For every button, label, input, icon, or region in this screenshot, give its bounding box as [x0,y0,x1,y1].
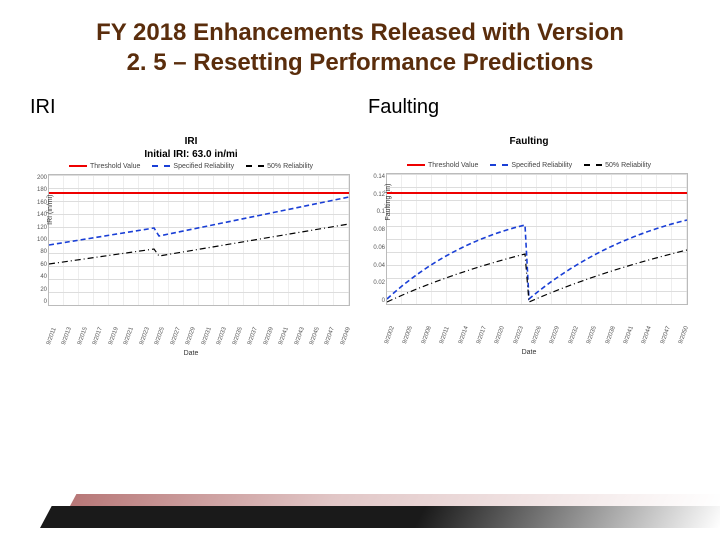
tick-label: 60 [27,262,47,268]
faulting-x-axis-label: Date [364,349,694,356]
tick-label: 9/2035 [586,325,598,344]
iri-legend: Threshold Value Specified Reliability 50… [26,163,356,170]
faulting-legend: Threshold Value Specified Reliability 50… [364,162,694,169]
tick-label: 200 [27,175,47,181]
tick-label: 0 [27,299,47,305]
iri-y-ticks: 200180160140120100806040200 [27,175,47,305]
legend-threshold: Threshold Value [407,162,478,169]
tick-label: 140 [27,212,47,218]
tick-label: 9/2041 [278,326,290,345]
faulting-specified-line [387,220,687,299]
faulting-y-ticks: 0.14 0.12 0.1 0.08 0.06 0.04 0.02 0 [365,174,385,304]
tick-label: 20 [27,287,47,293]
tick-label: 0.08 [365,227,385,233]
iri-chart-subtitle: Initial IRI: 63.0 in/mi [26,148,356,161]
footer-accent-black [40,506,720,528]
iri-specified-line [49,197,349,245]
legend-fifty: 50% Reliability [246,163,313,170]
tick-label: 9/2011 [439,325,451,344]
tick-label: 9/2038 [605,325,617,344]
tick-label: 0 [365,298,385,304]
tick-label: 9/2025 [154,326,166,345]
tick-label: 160 [27,200,47,206]
tick-label: 0.04 [365,263,385,269]
tick-label: 9/2047 [660,325,672,344]
tick-label: 9/2011 [46,326,58,345]
tick-label: 9/2029 [185,326,197,345]
tick-label: 9/2021 [123,326,135,345]
tick-label: 9/2033 [216,326,228,345]
iri-x-ticks: 9/2011 9/20139/20159/2017 9/20199/2021 9/20… [49,327,349,345]
tick-label: 9/2050 [678,325,690,344]
tick-label: 9/2023 [513,325,525,344]
tick-label: 9/2023 [139,326,151,345]
left-chart-column: IRI IRI Initial IRI: 63.0 in/mi Threshol… [26,96,356,357]
faulting-fifty-line [387,250,687,302]
tick-label: 9/2017 [92,326,104,345]
tick-label: 0.02 [365,280,385,286]
tick-label: 9/2015 [77,326,89,345]
tick-label: 9/2026 [531,325,543,344]
iri-lines [49,175,349,305]
iri-chart-title: IRI [26,135,356,148]
tick-label: 180 [27,187,47,193]
tick-label: 9/2047 [324,326,336,345]
faulting-x-ticks: 9/2002 9/2005 9/2008 9/2011 9/2014 9/2017 9/20… [387,326,687,344]
legend-specified: Specified Reliability [152,163,234,170]
iri-chart: IRI Initial IRI: 63.0 in/mi Threshold Va… [26,135,356,357]
tick-label: 9/2041 [623,325,635,344]
faulting-lines [387,174,687,304]
footer-decoration [0,480,720,540]
iri-plot-area: IRI (in/mi) 200180160140120100806040200 … [48,174,350,306]
legend-threshold: Threshold Value [69,163,140,170]
tick-label: 9/2039 [263,326,275,345]
charts-row: IRI IRI Initial IRI: 63.0 in/mi Threshol… [0,96,720,357]
tick-label: 9/2031 [201,326,213,345]
tick-label: 9/2017 [476,325,488,344]
tick-label: 9/2037 [247,326,259,345]
tick-label: 0.06 [365,245,385,251]
tick-label: 0.1 [365,209,385,215]
faulting-chart: Faulting Threshold Value Specified Relia… [364,135,694,356]
tick-label: 0.14 [365,174,385,180]
legend-fifty: 50% Reliability [584,162,651,169]
left-chart-heading: IRI [26,96,356,119]
footer-accent-red [70,494,720,506]
tick-label: 0.12 [365,192,385,198]
tick-label: 9/2049 [340,326,352,345]
legend-specified: Specified Reliability [490,162,572,169]
faulting-plot-area: Faulting (in) 0.140.120.10.080.060.040.0… [386,173,688,305]
tick-label: 9/2014 [458,325,470,344]
tick-label: 9/2002 [384,325,396,344]
tick-label: 100 [27,237,47,243]
faulting-chart-title: Faulting [364,135,694,148]
tick-label: 9/2005 [402,325,414,344]
tick-label: 9/2027 [170,326,182,345]
tick-label: 9/2013 [62,326,74,345]
tick-label: 9/2043 [294,326,306,345]
tick-label: 40 [27,274,47,280]
tick-label: 9/2045 [309,326,321,345]
tick-label: 9/2020 [494,325,506,344]
tick-label: 80 [27,249,47,255]
slide-title: FY 2018 Enhancements Released with Versi… [0,18,720,78]
tick-label: 9/2019 [108,326,120,345]
tick-label: 9/2032 [568,325,580,344]
iri-fifty-line [49,224,349,264]
tick-label: 9/2044 [641,325,653,344]
iri-x-axis-label: Date [26,350,356,357]
tick-label: 120 [27,225,47,231]
title-line-1: FY 2018 Enhancements Released with Versi… [96,19,624,46]
right-chart-column: Faulting Faulting Threshold Value Specif… [364,96,694,357]
tick-label: 9/2008 [421,325,433,344]
right-chart-heading: Faulting [364,96,694,119]
tick-label: 9/2035 [232,326,244,345]
tick-label: 9/2029 [549,325,561,344]
title-line-2: 2. 5 – Resetting Performance Predictions [127,49,594,76]
